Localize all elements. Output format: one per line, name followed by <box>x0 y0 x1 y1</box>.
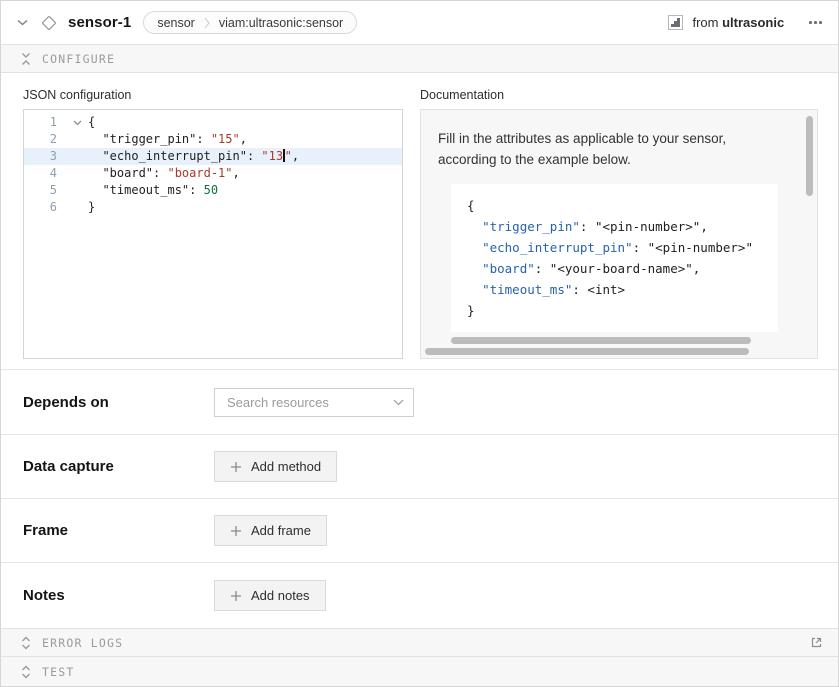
expand-section-icon <box>21 665 31 679</box>
line-number: 3 <box>24 148 66 165</box>
doc-vertical-scrollbar[interactable] <box>806 116 813 196</box>
editor-line-1[interactable]: 1 { <box>24 114 402 131</box>
documentation-label: Documentation <box>420 88 818 102</box>
test-section-header[interactable]: TEST <box>1 656 838 686</box>
frame-row: Frame Add frame <box>1 498 838 562</box>
collapse-chevron-icon[interactable] <box>17 19 28 26</box>
line-number: 1 <box>24 114 66 131</box>
component-name: sensor-1 <box>68 14 131 31</box>
from-module-text: from ultrasonic <box>692 15 784 30</box>
notes-label: Notes <box>23 587 214 604</box>
documentation-intro-text: Fill in the attributes as applicable to … <box>438 128 786 170</box>
json-code-editor[interactable]: 1 { 2 "trigger_pin": "15", 3 "echo_inter… <box>23 109 403 359</box>
add-method-button[interactable]: Add method <box>214 451 337 482</box>
code-fold-icon[interactable] <box>66 114 88 131</box>
frame-label: Frame <box>23 522 214 539</box>
configure-section-label: CONFIGURE <box>42 52 115 66</box>
component-type-badge: sensor viam:ultrasonic:sensor <box>143 11 357 34</box>
component-diamond-icon <box>40 14 58 32</box>
component-model-label: viam:ultrasonic:sensor <box>219 16 343 30</box>
line-number: 6 <box>24 199 66 216</box>
editor-line-6[interactable]: 6 } <box>24 199 402 216</box>
data-capture-label: Data capture <box>23 458 214 475</box>
doc-horizontal-scrollbar[interactable] <box>425 348 749 355</box>
component-type-label: sensor <box>157 16 195 30</box>
configure-content: JSON configuration 1 { 2 "trigger_pin": … <box>1 73 838 369</box>
header-right: from ultrasonic <box>668 15 824 30</box>
more-options-icon[interactable] <box>807 17 824 28</box>
chevron-right-icon <box>204 17 210 29</box>
data-capture-row: Data capture Add method <box>1 434 838 498</box>
component-header: sensor-1 sensor viam:ultrasonic:sensor f… <box>1 1 838 45</box>
editor-line-5[interactable]: 5 "timeout_ms": 50 <box>24 182 402 199</box>
plus-icon <box>230 590 242 602</box>
error-logs-section-header[interactable]: ERROR LOGS <box>1 628 838 656</box>
line-number: 5 <box>24 182 66 199</box>
notes-row: Notes Add notes <box>1 562 838 628</box>
depends-on-row: Depends on <box>1 369 838 434</box>
code-horizontal-scrollbar[interactable] <box>451 337 751 344</box>
component-card: sensor-1 sensor viam:ultrasonic:sensor f… <box>0 0 839 687</box>
search-resources-input[interactable] <box>214 388 414 417</box>
depends-on-label: Depends on <box>23 394 214 411</box>
documentation-column: Documentation Fill in the attributes as … <box>420 88 818 369</box>
module-icon <box>668 15 683 30</box>
open-logs-external-icon[interactable] <box>809 635 824 650</box>
configure-section-header[interactable]: CONFIGURE <box>1 45 838 73</box>
editor-line-3-active[interactable]: 3 "echo_interrupt_pin": "13", <box>24 148 402 165</box>
documentation-code-example: { "trigger_pin": "<pin-number>", "echo_i… <box>451 184 778 332</box>
add-frame-button[interactable]: Add frame <box>214 515 327 546</box>
error-logs-section-label: ERROR LOGS <box>42 636 123 650</box>
editor-line-2[interactable]: 2 "trigger_pin": "15", <box>24 131 402 148</box>
add-notes-button[interactable]: Add notes <box>214 580 326 611</box>
module-name: ultrasonic <box>722 15 784 30</box>
line-number: 4 <box>24 165 66 182</box>
test-section-label: TEST <box>42 665 75 679</box>
json-config-label: JSON configuration <box>23 88 403 102</box>
json-config-column: JSON configuration 1 { 2 "trigger_pin": … <box>23 88 403 369</box>
expand-section-icon <box>21 636 31 650</box>
plus-icon <box>230 525 242 537</box>
editor-line-4[interactable]: 4 "board": "board-1", <box>24 165 402 182</box>
line-number: 2 <box>24 131 66 148</box>
plus-icon <box>230 461 242 473</box>
depends-on-select <box>214 388 414 417</box>
collapse-section-icon <box>21 52 31 66</box>
documentation-panel[interactable]: Fill in the attributes as applicable to … <box>420 109 818 359</box>
